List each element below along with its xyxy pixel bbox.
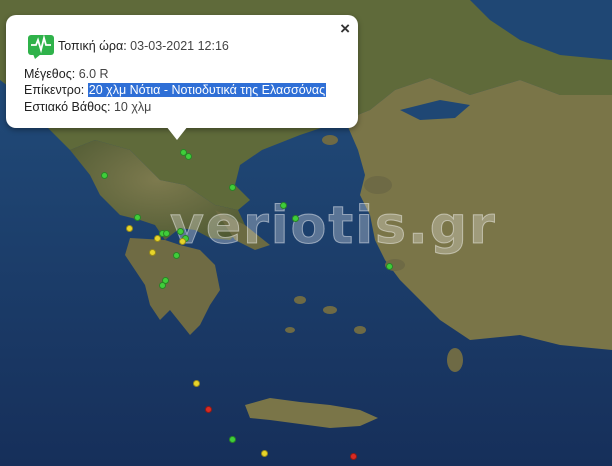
epicenter-value: 20 χλμ Νότια - Νοτιοδυτικά της Ελασσόνας <box>87 83 327 97</box>
earthquake-marker-red[interactable] <box>350 453 357 460</box>
close-button[interactable]: × <box>340 19 350 39</box>
popup-pointer <box>166 126 188 140</box>
map-view[interactable]: veriotis.gr × Τοπική ώρα: 03-03-2021 12:… <box>0 0 612 466</box>
epicenter-label: Επίκεντρο: <box>24 83 85 97</box>
earthquake-marker-green[interactable] <box>229 184 236 191</box>
local-time-value: 03-03-2021 12:16 <box>130 39 229 53</box>
seismograph-icon <box>28 34 54 59</box>
magnitude-row: Μέγεθος: 6.0 R <box>24 67 109 81</box>
earthquake-marker-yellow[interactable] <box>154 235 161 242</box>
magnitude-label: Μέγεθος: <box>24 67 76 81</box>
earthquake-marker-green[interactable] <box>101 172 108 179</box>
earthquake-marker-yellow[interactable] <box>261 450 268 457</box>
earthquake-marker-green[interactable] <box>292 215 299 222</box>
depth-label: Εστιακό Βάθος: <box>24 100 111 114</box>
earthquake-marker-green[interactable] <box>280 202 287 209</box>
magnitude-value: 6.0 R <box>78 67 109 81</box>
earthquake-marker-yellow[interactable] <box>193 380 200 387</box>
earthquake-marker-yellow[interactable] <box>179 238 186 245</box>
earthquake-popup: × Τοπική ώρα: 03-03-2021 12:16 Μέγεθος: … <box>6 15 358 128</box>
earthquake-marker-green[interactable] <box>159 282 166 289</box>
depth-row: Εστιακό Βάθος: 10 χλμ <box>24 100 151 114</box>
depth-value: 10 χλμ <box>113 100 152 114</box>
earthquake-marker-green[interactable] <box>134 214 141 221</box>
earthquake-marker-green[interactable] <box>386 263 393 270</box>
earthquake-marker-yellow[interactable] <box>149 249 156 256</box>
earthquake-marker-green[interactable] <box>185 153 192 160</box>
earthquake-marker-yellow[interactable] <box>126 225 133 232</box>
earthquake-marker-green[interactable] <box>177 228 184 235</box>
earthquake-marker-green[interactable] <box>173 252 180 259</box>
earthquake-marker-red[interactable] <box>205 406 212 413</box>
epicenter-row: Επίκεντρο: 20 χλμ Νότια - Νοτιοδυτικά τη… <box>24 83 327 97</box>
earthquake-marker-green[interactable] <box>229 436 236 443</box>
local-time-label: Τοπική ώρα: <box>58 39 127 53</box>
local-time-row: Τοπική ώρα: 03-03-2021 12:16 <box>58 39 229 53</box>
earthquake-marker-green[interactable] <box>163 230 170 237</box>
